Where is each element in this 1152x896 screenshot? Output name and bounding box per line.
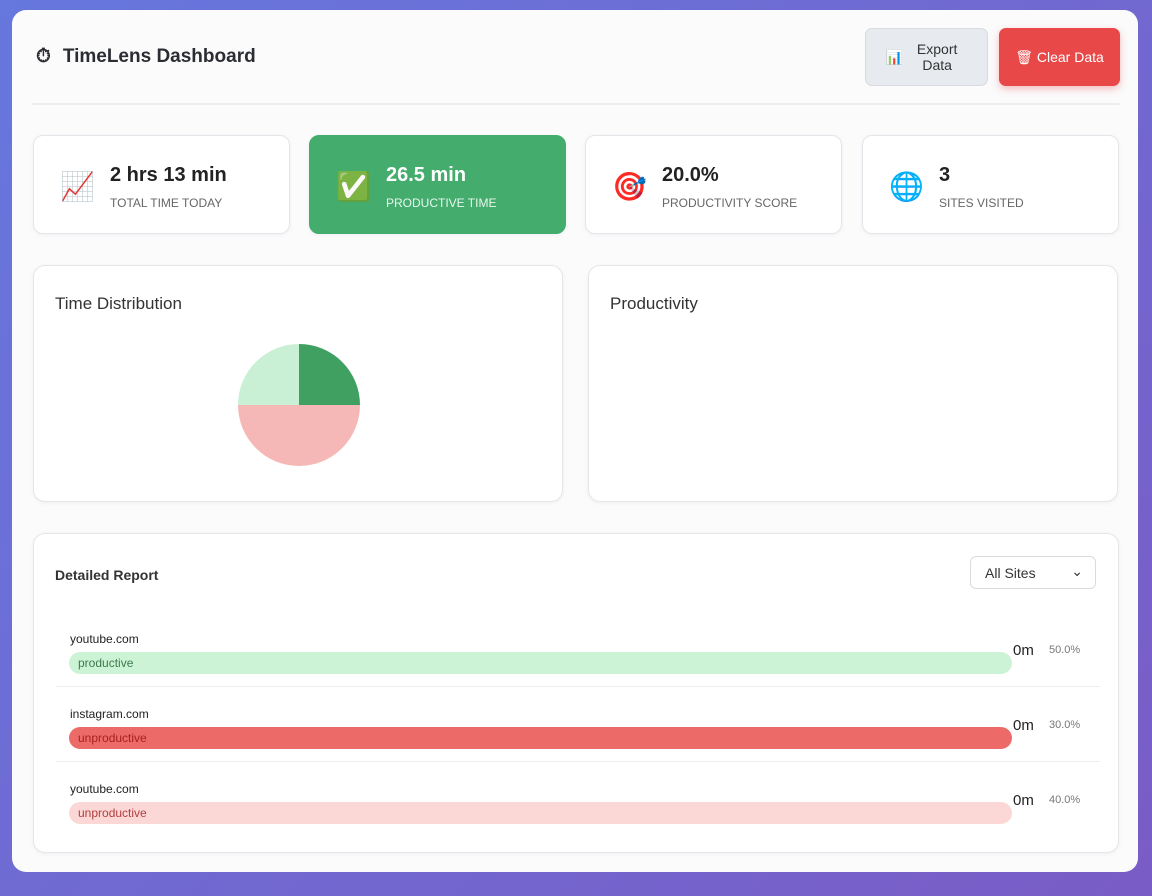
usage-bar: unproductive <box>69 727 1012 749</box>
site-name: youtube.com <box>70 782 139 796</box>
detailed-report-panel: Detailed Report All Sites⌄ youtube.com p… <box>33 533 1119 853</box>
duration: 0m <box>1013 792 1034 809</box>
pie-slice-unproductive <box>238 405 360 466</box>
page-title: ⏱ TimeLens Dashboard <box>36 46 256 68</box>
pie-slice-productive <box>299 344 360 405</box>
usage-bar: unproductive <box>69 802 1012 824</box>
bar-chart-icon: 📊 <box>886 49 907 66</box>
percent: 50.0% <box>1049 644 1080 656</box>
export-data-button[interactable]: 📊 Export Data <box>865 28 988 86</box>
stat-total-time: 📈2 hrs 13 minTotal time today <box>33 135 290 234</box>
report-row: youtube.com productive 0m 50.0% <box>56 612 1100 687</box>
stat-productive-time: ✅26.5 minProductive time <box>309 135 566 234</box>
stopwatch-icon: ⏱ <box>36 46 51 68</box>
check-icon: ✅ <box>336 170 368 203</box>
target-icon: 🎯 <box>612 170 644 203</box>
report-row: youtube.com unproductive 0m 40.0% <box>56 762 1100 837</box>
clear-data-button[interactable]: 🗑 Clear Data <box>999 28 1120 86</box>
category-label: productive <box>78 656 133 670</box>
trash-icon: 🗑 <box>1015 49 1037 66</box>
report-row: instagram.com unproductive 0m 30.0% <box>56 687 1100 762</box>
site-name: youtube.com <box>70 632 139 646</box>
pie-slice-neutral <box>238 344 299 405</box>
percent: 30.0% <box>1049 719 1080 731</box>
pie-chart <box>234 340 364 470</box>
dashboard: ⏱ TimeLens Dashboard 📊 Export Data 🗑 Cle… <box>12 10 1138 872</box>
site-name: instagram.com <box>70 707 149 721</box>
duration: 0m <box>1013 642 1034 659</box>
stat-productivity-score: 🎯20.0%Productivity score <box>585 135 842 234</box>
site-filter-select[interactable]: All Sites⌄ <box>970 556 1096 589</box>
chart-icon: 📈 <box>60 170 92 203</box>
chevron-down-icon: ⌄ <box>1071 563 1083 580</box>
productivity-panel: Productivity <box>588 265 1118 502</box>
header: ⏱ TimeLens Dashboard 📊 Export Data 🗑 Cle… <box>32 10 1120 105</box>
category-label: unproductive <box>78 731 147 745</box>
time-distribution-panel: Time Distribution <box>33 265 563 502</box>
usage-bar: productive <box>69 652 1012 674</box>
stat-sites-visited: 🌐3Sites visited <box>862 135 1119 234</box>
category-label: unproductive <box>78 806 147 820</box>
percent: 40.0% <box>1049 794 1080 806</box>
globe-icon: 🌐 <box>889 170 921 203</box>
duration: 0m <box>1013 717 1034 734</box>
